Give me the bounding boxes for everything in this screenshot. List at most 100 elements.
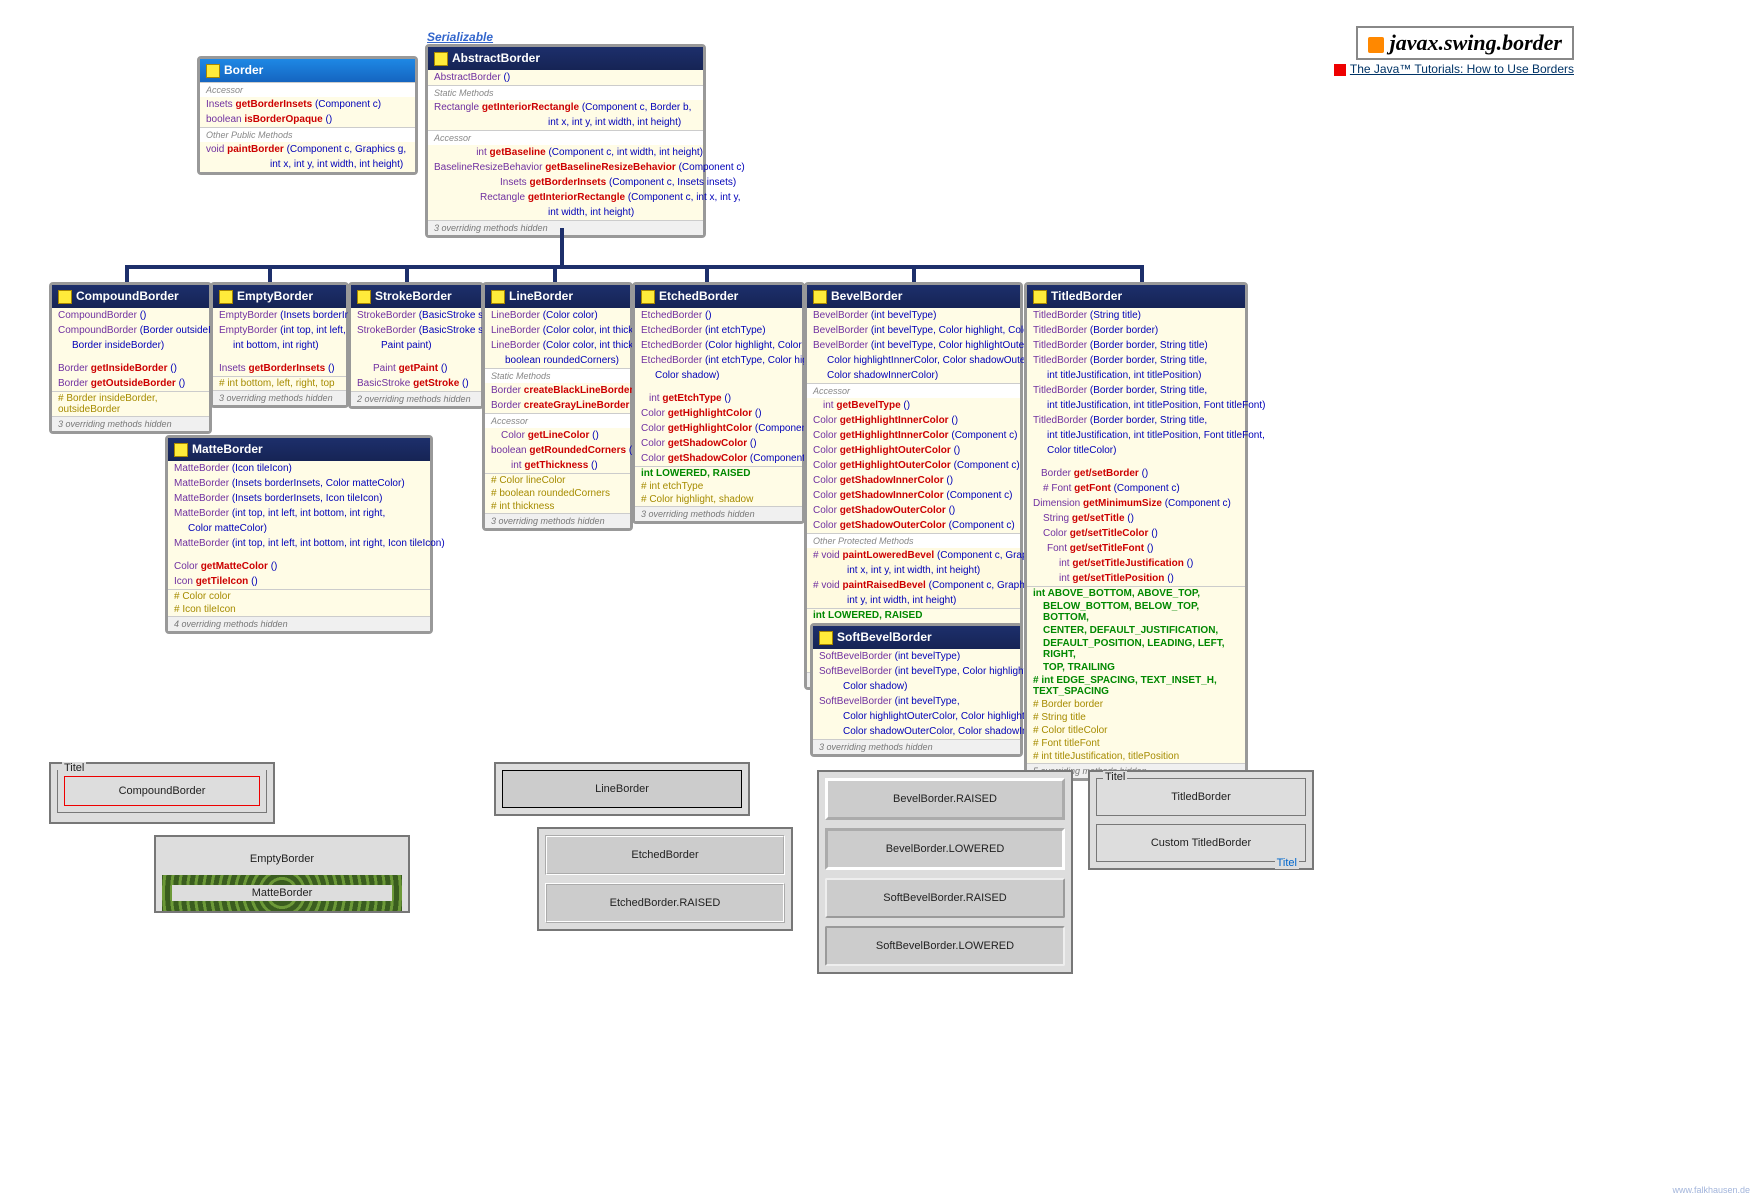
ctor-row[interactable]: TitledBorder (Border border, String titl…: [1027, 353, 1245, 368]
section-protected: Other Protected Methods: [807, 533, 1020, 548]
ctor-row[interactable]: MatteBorder (Icon tileIcon): [168, 461, 430, 476]
method-row[interactable]: BasicStroke getStroke (): [351, 376, 481, 391]
class-icon: [819, 631, 833, 645]
ctor-row[interactable]: SoftBevelBorder (int bevelType,: [813, 694, 1020, 709]
method-row[interactable]: Insets getBorderInsets (Component c, Ins…: [428, 175, 703, 190]
method-row[interactable]: Insets getBorderInsets (): [213, 361, 346, 376]
ctor-row[interactable]: MatteBorder (Insets borderInsets, Icon t…: [168, 491, 430, 506]
connector: [553, 265, 557, 282]
ctor-row[interactable]: CompoundBorder (): [52, 308, 209, 323]
method-row[interactable]: Font get/setTitleFont (): [1027, 541, 1245, 556]
ctor-row[interactable]: EmptyBorder (Insets borderInsets): [213, 308, 346, 323]
method-row[interactable]: Color getHighlightInnerColor (Component …: [807, 428, 1020, 443]
demo-label: TitledBorder: [1171, 791, 1231, 803]
method-row[interactable]: Rectangle getInteriorRectangle (Componen…: [428, 100, 703, 115]
method-row[interactable]: # void paintRaisedBevel (Component c, Gr…: [807, 578, 1020, 593]
method-row[interactable]: BaselineResizeBehavior getBaselineResize…: [428, 160, 703, 175]
method-row[interactable]: Color getLineColor (): [485, 428, 630, 443]
etchedborder-header[interactable]: EtchedBorder: [635, 285, 802, 308]
footer-hidden: 3 overriding methods hidden: [485, 513, 630, 528]
method-row[interactable]: int getBaseline (Component c, int width,…: [428, 145, 703, 160]
method-row[interactable]: void paintBorder (Component c, Graphics …: [200, 142, 415, 157]
compoundborder-header[interactable]: CompoundBorder: [52, 285, 209, 308]
method-row[interactable]: Rectangle getInteriorRectangle (Componen…: [428, 190, 703, 205]
section-accessor: Accessor: [200, 82, 415, 97]
ctor-row[interactable]: MatteBorder (Insets borderInsets, Color …: [168, 476, 430, 491]
demo-label: MatteBorder: [162, 875, 402, 911]
method-row[interactable]: Color getHighlightColor (Component c): [635, 421, 802, 436]
ctor-row[interactable]: SoftBevelBorder (int bevelType): [813, 649, 1020, 664]
connector: [405, 265, 409, 282]
method-row[interactable]: int get/setTitlePosition (): [1027, 571, 1245, 586]
matteborder-header[interactable]: MatteBorder: [168, 438, 430, 461]
ctor-row[interactable]: LineBorder (Color color, int thickness,: [485, 338, 630, 353]
ctor-row[interactable]: LineBorder (Color color): [485, 308, 630, 323]
method-row[interactable]: boolean isBorderOpaque (): [200, 112, 415, 127]
softbevelborder-header[interactable]: SoftBevelBorder: [813, 626, 1020, 649]
method-row[interactable]: Border get/setBorder (): [1027, 466, 1245, 481]
border-header[interactable]: Border: [200, 59, 415, 82]
method-row[interactable]: Color getShadowOuterColor (): [807, 503, 1020, 518]
method-row[interactable]: int getBevelType (): [807, 398, 1020, 413]
method-row[interactable]: Paint getPaint (): [351, 361, 481, 376]
ctor-row[interactable]: MatteBorder (int top, int left, int bott…: [168, 506, 430, 521]
field-row: # Color highlight, shadow: [635, 493, 802, 506]
ctor-row[interactable]: BevelBorder (int bevelType, Color highli…: [807, 323, 1020, 338]
method-row[interactable]: Color getShadowColor (Component c): [635, 451, 802, 466]
method-row[interactable]: Border createGrayLineBorder (): [485, 398, 630, 413]
method-row[interactable]: # Font getFont (Component c): [1027, 481, 1245, 496]
ctor-row[interactable]: LineBorder (Color color, int thickness): [485, 323, 630, 338]
ctor-row[interactable]: EtchedBorder (int etchType): [635, 323, 802, 338]
abstractborder-header[interactable]: AbstractBorder: [428, 47, 703, 70]
method-row[interactable]: Color getHighlightColor (): [635, 406, 802, 421]
ctor-row[interactable]: SoftBevelBorder (int bevelType, Color hi…: [813, 664, 1020, 679]
ctor-row[interactable]: AbstractBorder (): [428, 70, 703, 85]
method-row[interactable]: Color getShadowInnerColor (): [807, 473, 1020, 488]
method-row[interactable]: Border getOutsideBorder (): [52, 376, 209, 391]
method-row[interactable]: int getThickness (): [485, 458, 630, 473]
bevelborder-header[interactable]: BevelBorder: [807, 285, 1020, 308]
method-row[interactable]: Border getInsideBorder (): [52, 361, 209, 376]
method-row[interactable]: Color get/setTitleColor (): [1027, 526, 1245, 541]
method-row[interactable]: Border createBlackLineBorder (): [485, 383, 630, 398]
field-row: # Color titleColor: [1027, 724, 1245, 737]
method-row[interactable]: Color getShadowInnerColor (Component c): [807, 488, 1020, 503]
ctor-row[interactable]: EtchedBorder (Color highlight, Color sha…: [635, 338, 802, 353]
titledborder-header[interactable]: TitledBorder: [1027, 285, 1245, 308]
ctor-row[interactable]: EtchedBorder (): [635, 308, 802, 323]
method-row[interactable]: Icon getTileIcon (): [168, 574, 430, 589]
lineborder-header[interactable]: LineBorder: [485, 285, 630, 308]
method-row[interactable]: Insets getBorderInsets (Component c): [200, 97, 415, 112]
method-row[interactable]: boolean getRoundedCorners (): [485, 443, 630, 458]
method-row[interactable]: Color getShadowColor (): [635, 436, 802, 451]
method-row[interactable]: Color getMatteColor (): [168, 559, 430, 574]
tutorial-link[interactable]: The Java™ Tutorials: How to Use Borders: [1334, 62, 1574, 76]
ctor-row[interactable]: CompoundBorder (Border outsideBorder,: [52, 323, 209, 338]
ctor-row[interactable]: TitledBorder (Border border, String titl…: [1027, 383, 1245, 398]
ctor-row[interactable]: EtchedBorder (int etchType, Color highli…: [635, 353, 802, 368]
credit: www.falkhausen.de: [1672, 1185, 1750, 1195]
ctor-row[interactable]: BevelBorder (int bevelType): [807, 308, 1020, 323]
emptyborder-header[interactable]: EmptyBorder: [213, 285, 346, 308]
ctor-row[interactable]: StrokeBorder (BasicStroke stroke,: [351, 323, 481, 338]
method-row[interactable]: Color getHighlightInnerColor (): [807, 413, 1020, 428]
class-icon: [434, 52, 448, 66]
ctor-row[interactable]: TitledBorder (Border border, String titl…: [1027, 338, 1245, 353]
method-row[interactable]: Dimension getMinimumSize (Component c): [1027, 496, 1245, 511]
method-row[interactable]: Color getHighlightOuterColor (Component …: [807, 458, 1020, 473]
strokeborder-header[interactable]: StrokeBorder: [351, 285, 481, 308]
ctor-row[interactable]: TitledBorder (Border border, String titl…: [1027, 413, 1245, 428]
method-row[interactable]: Color getShadowOuterColor (Component c): [807, 518, 1020, 533]
method-row[interactable]: int get/setTitleJustification (): [1027, 556, 1245, 571]
method-row[interactable]: Color getHighlightOuterColor (): [807, 443, 1020, 458]
lineborder-name: LineBorder: [509, 289, 573, 303]
ctor-row[interactable]: BevelBorder (int bevelType, Color highli…: [807, 338, 1020, 353]
ctor-row[interactable]: EmptyBorder (int top, int left,: [213, 323, 346, 338]
method-row[interactable]: int getEtchType (): [635, 391, 802, 406]
ctor-row[interactable]: StrokeBorder (BasicStroke stroke): [351, 308, 481, 323]
ctor-row[interactable]: MatteBorder (int top, int left, int bott…: [168, 536, 430, 551]
ctor-row[interactable]: TitledBorder (String title): [1027, 308, 1245, 323]
method-row[interactable]: # void paintLoweredBevel (Component c, G…: [807, 548, 1020, 563]
ctor-row[interactable]: TitledBorder (Border border): [1027, 323, 1245, 338]
method-row[interactable]: String get/setTitle (): [1027, 511, 1245, 526]
